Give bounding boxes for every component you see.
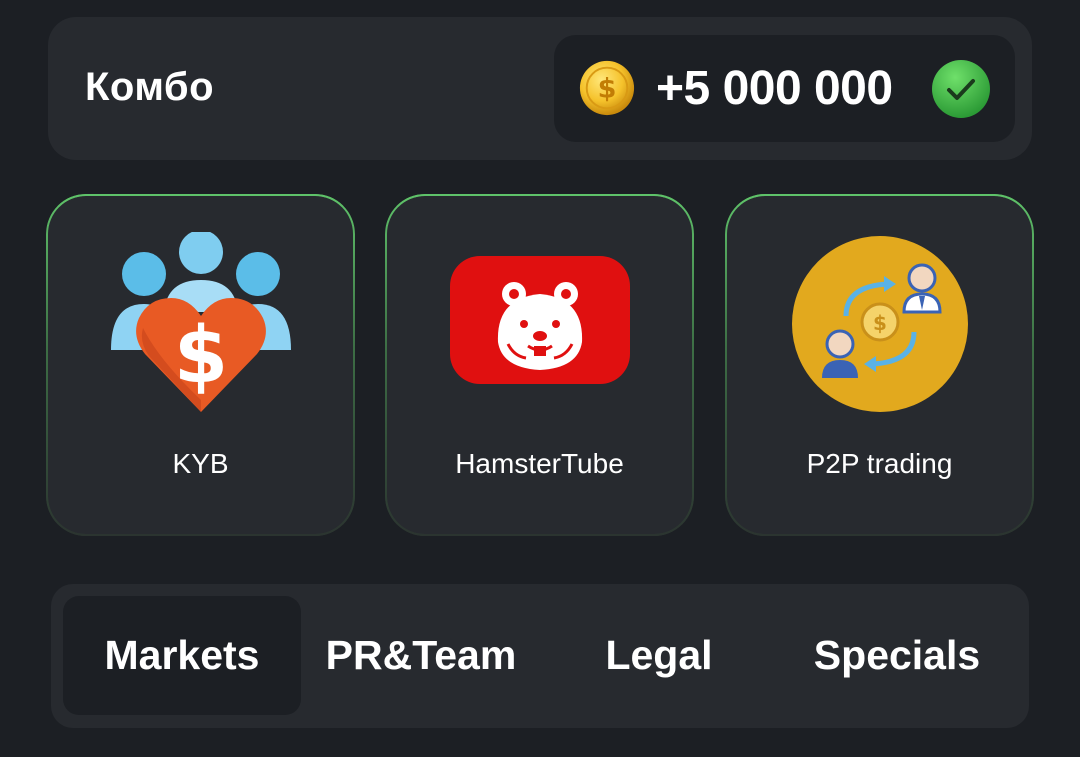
combo-title: Комбо — [85, 65, 215, 109]
tab-specials[interactable]: Specials — [778, 596, 1016, 715]
combo-card-kyb[interactable]: $ KYB — [46, 194, 355, 536]
tab-pr-team[interactable]: PR&Team — [302, 596, 540, 715]
card-label: HamsterTube — [455, 448, 624, 479]
tab-legal[interactable]: Legal — [540, 596, 778, 715]
p2p-exchange-icon: $ — [791, 236, 968, 412]
check-icon — [932, 60, 990, 118]
combo-card-hamstertube[interactable]: HamsterTube — [385, 194, 694, 536]
combo-card-p2p-trading[interactable]: $ P2P trading — [725, 194, 1034, 536]
combo-panel: Комбо $ +5 000 000 — [48, 17, 1032, 160]
card-label: KYB — [172, 448, 229, 479]
svg-text:$: $ — [173, 311, 227, 401]
coin-icon: $ — [579, 60, 635, 116]
tab-markets[interactable]: Markets — [63, 596, 301, 715]
hamster-tube-icon — [449, 256, 630, 384]
combo-reward-pill: $ +5 000 000 — [554, 35, 1015, 142]
heart-dollar-people-icon: $ — [110, 232, 291, 412]
combo-reward-amount: +5 000 000 — [656, 62, 893, 115]
card-label: P2P trading — [806, 448, 953, 479]
svg-text:$: $ — [598, 74, 617, 105]
svg-text:$: $ — [873, 311, 887, 335]
category-tabs: Markets PR&Team Legal Specials — [51, 584, 1029, 728]
